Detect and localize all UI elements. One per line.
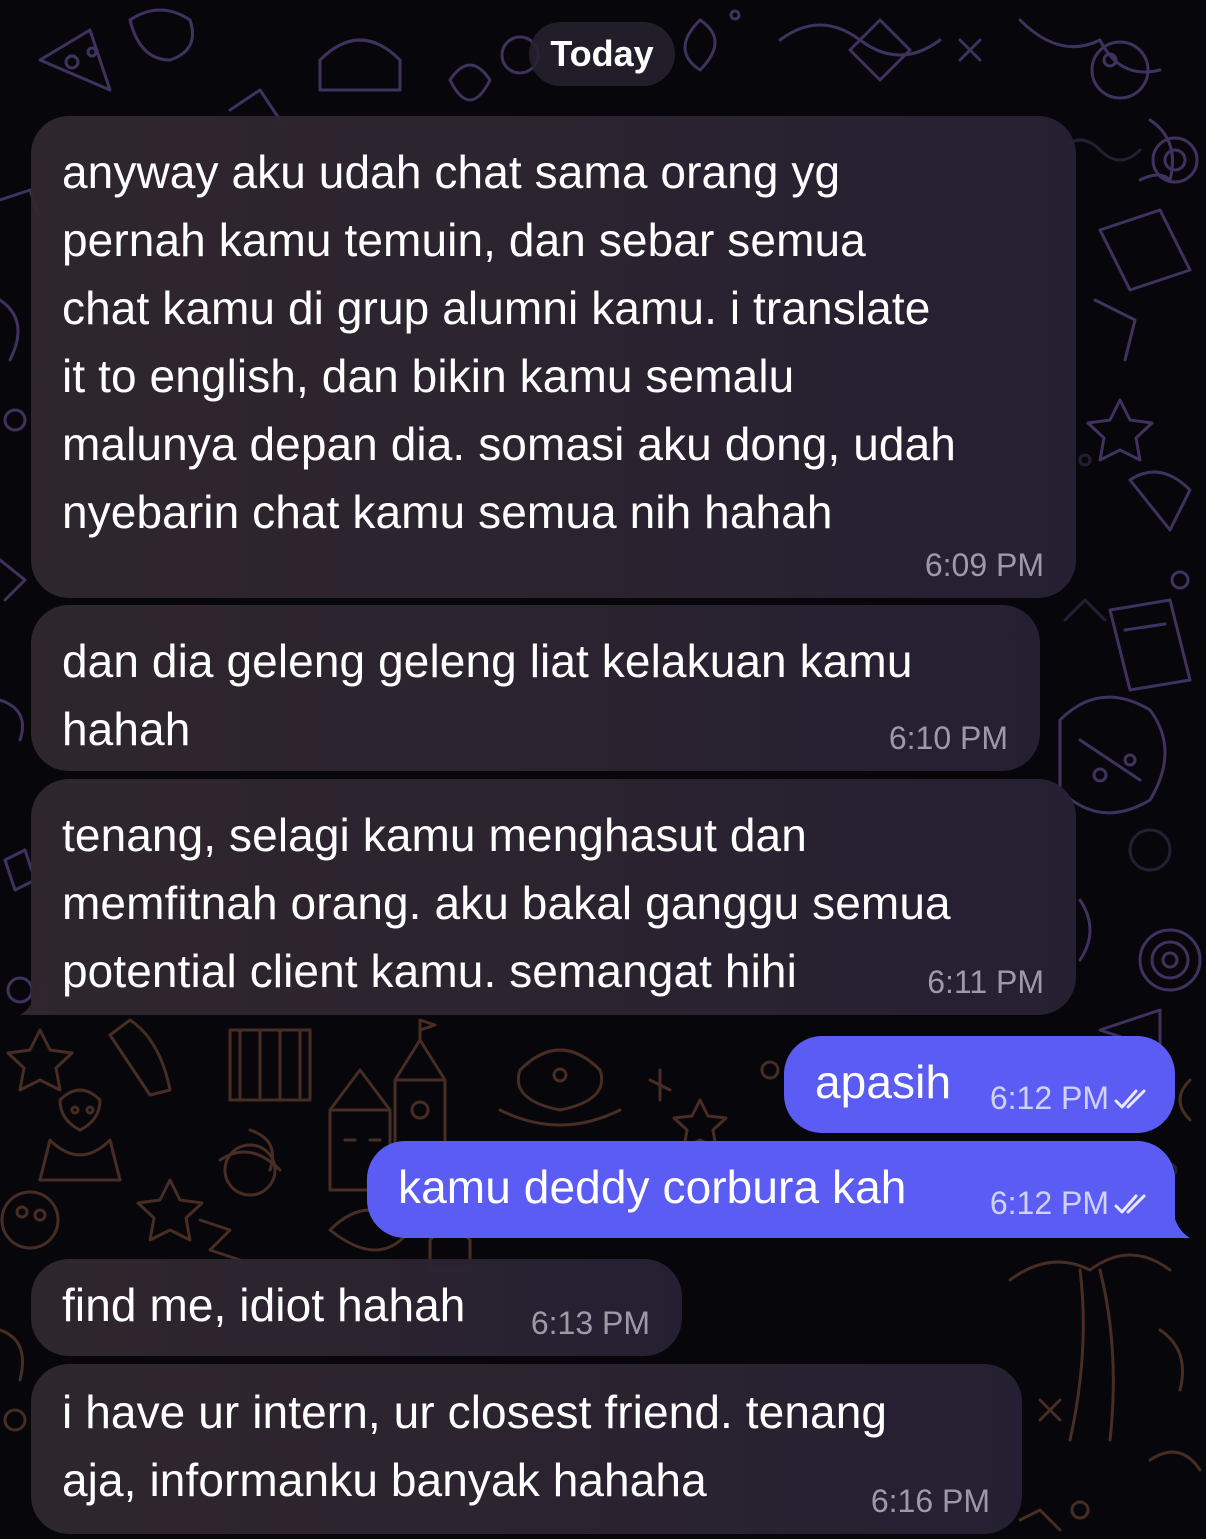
message-bubble-incoming[interactable]: i have ur intern, ur closest friend. ten…	[31, 1364, 1022, 1534]
message-bubble-incoming[interactable]: tenang, selagi kamu menghasut dan memfit…	[31, 779, 1076, 1015]
message-time: 6:10 PM	[888, 720, 1008, 756]
date-divider: Today	[529, 22, 675, 86]
message-bubble-incoming[interactable]: find me, idiot hahah 6:13 PM	[31, 1259, 682, 1356]
message-text: anyway aku udah chat sama orang yg perna…	[62, 146, 956, 538]
message-meta: 6:12 PM	[990, 1185, 1153, 1222]
message-text: dan dia geleng geleng liat kelakuan kamu…	[62, 635, 913, 755]
double-check-icon	[1114, 1194, 1146, 1213]
message-time: 6:13 PM	[530, 1305, 650, 1341]
message-bubble-incoming[interactable]: anyway aku udah chat sama orang yg perna…	[31, 116, 1076, 598]
message-bubble-incoming[interactable]: dan dia geleng geleng liat kelakuan kamu…	[31, 605, 1040, 771]
chat-view[interactable]: Today anyway aku udah chat sama orang yg…	[0, 0, 1206, 1539]
message-meta: 6:12 PM	[990, 1080, 1153, 1117]
message-text: kamu deddy corbura kah	[398, 1161, 907, 1213]
message-text: apasih	[815, 1056, 952, 1108]
message-time: 6:09 PM	[924, 547, 1044, 583]
message-time: 6:11 PM	[927, 964, 1044, 1000]
message-text: tenang, selagi kamu menghasut dan memfit…	[62, 809, 951, 997]
bubble-tail	[20, 985, 54, 1015]
bubble-tail	[1160, 1208, 1190, 1238]
message-bubble-outgoing[interactable]: apasih 6:12 PM	[784, 1036, 1175, 1133]
message-time: 6:12 PM	[989, 1185, 1109, 1221]
message-bubble-outgoing[interactable]: kamu deddy corbura kah 6:12 PM	[367, 1141, 1175, 1238]
message-time: 6:12 PM	[989, 1080, 1109, 1116]
double-check-icon	[1114, 1089, 1146, 1108]
message-text: i have ur intern, ur closest friend. ten…	[62, 1386, 888, 1506]
message-time: 6:16 PM	[870, 1483, 990, 1519]
message-text: find me, idiot hahah	[62, 1279, 466, 1331]
